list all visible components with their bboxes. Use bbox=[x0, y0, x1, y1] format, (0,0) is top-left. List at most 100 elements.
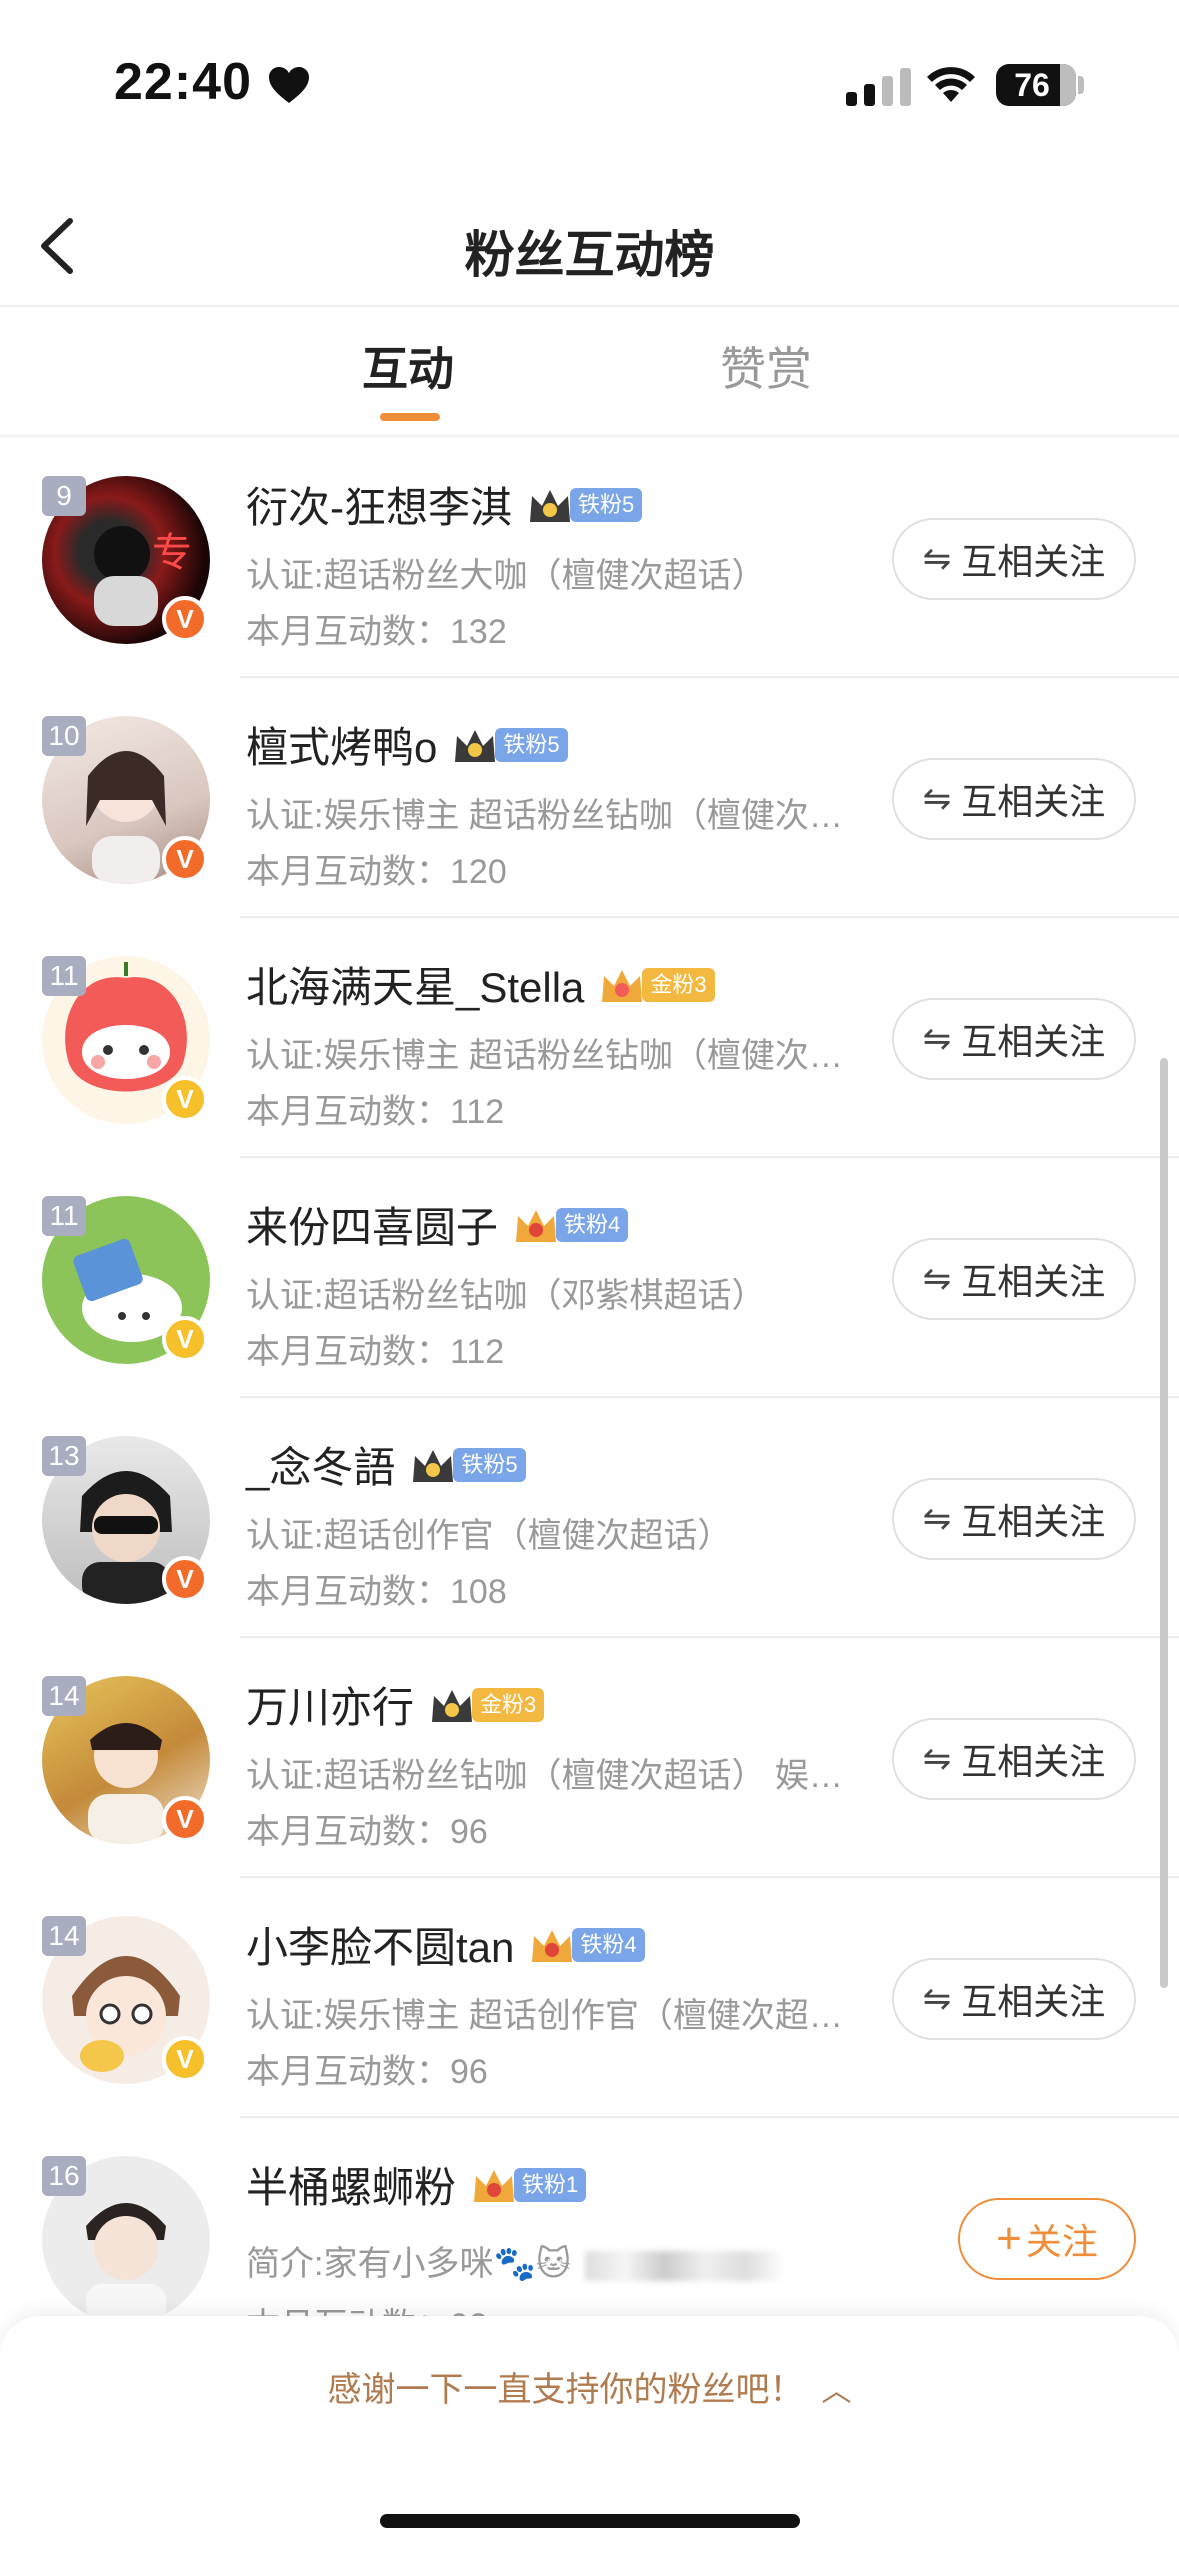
fan-level-badge: 铁粉5 bbox=[453, 1447, 526, 1482]
list-item[interactable]: 11 V 来份四喜圆子 铁粉4 认证:超话粉丝钻咖（邓紫棋超话） 本月互动数：1… bbox=[0, 1158, 1179, 1398]
status-time: 22:40 bbox=[114, 53, 252, 111]
interaction-count: 本月互动数：108 bbox=[246, 1573, 507, 1611]
button-label: 互相关注 bbox=[961, 1741, 1106, 1782]
list-item[interactable]: 10 V 檀式烤鸭o 铁粉5 认证:娱乐博主 超话粉丝钻咖（檀健次超话） 本月互… bbox=[0, 678, 1179, 918]
verified-icon: V bbox=[162, 1316, 208, 1362]
bio-text: 简介:家有小多咪🐾🐱 bbox=[246, 2245, 572, 2283]
certification-text: 认证:超话粉丝钻咖（邓紫棋超话） bbox=[246, 1277, 766, 1315]
fan-level-badge: 铁粉4 bbox=[572, 1927, 645, 1962]
fan-level-badge: 金粉3 bbox=[642, 967, 715, 1002]
crown-icon bbox=[413, 1449, 454, 1482]
scrollbar[interactable] bbox=[1160, 1058, 1168, 1988]
rank-badge: 14 bbox=[42, 1676, 86, 1716]
fan-level-badge: 铁粉5 bbox=[570, 487, 643, 522]
mutual-follow-button[interactable]: ⇋ 互相关注 bbox=[892, 1478, 1136, 1560]
svg-text:专: 专 bbox=[152, 530, 192, 576]
tab-bar: 互动 赞赏 bbox=[0, 309, 1179, 437]
user-name-row: 半桶螺蛳粉 铁粉1 bbox=[246, 2154, 587, 2215]
button-label: 互相关注 bbox=[961, 541, 1106, 582]
rank-badge: 9 bbox=[42, 476, 86, 516]
user-name[interactable]: 小李脸不圆tan bbox=[246, 1914, 514, 1975]
fan-level-badge: 铁粉1 bbox=[514, 2167, 587, 2202]
interaction-count: 本月互动数：112 bbox=[246, 1333, 505, 1371]
chevron-up-icon: ︿ bbox=[821, 2375, 852, 2408]
button-label: 互相关注 bbox=[961, 1261, 1106, 1302]
crown-icon bbox=[532, 1929, 573, 1962]
tab-reward[interactable]: 赞赏 bbox=[720, 333, 812, 399]
verified-icon: V bbox=[162, 596, 208, 642]
list-item[interactable]: 14 V 小李脸不圆tan 铁粉4 认证:娱乐博主 超话创作官（檀健次超话） 本… bbox=[0, 1878, 1179, 2118]
user-name-row: _念冬語 铁粉5 bbox=[246, 1434, 526, 1495]
certification-text: 认证:超话创作官（檀健次超话） bbox=[246, 1517, 732, 1555]
bio-text-row: 简介:家有小多咪🐾🐱 bbox=[246, 2236, 846, 2285]
verified-icon: V bbox=[162, 1796, 208, 1842]
thank-fans-text: 感谢一下一直支持你的粉丝吧！ bbox=[327, 2371, 804, 2409]
signal-icon bbox=[846, 66, 911, 106]
list-item[interactable]: 专 9 V 衍次-狂想李淇 铁粉5 认证:超话粉丝大咖（檀健次超话） 本月互动数… bbox=[0, 438, 1179, 678]
user-name[interactable]: 北海满天星_Stella bbox=[246, 954, 584, 1015]
interaction-count: 本月互动数：132 bbox=[246, 613, 507, 651]
user-name-row: 万川亦行 金粉3 bbox=[246, 1674, 545, 1735]
list-item[interactable]: 14 V 万川亦行 金粉3 认证:超话粉丝钻咖（檀健次超话） 娱乐博主 本月互动… bbox=[0, 1638, 1179, 1878]
plus-icon: + bbox=[996, 2214, 1022, 2263]
heart-icon bbox=[269, 67, 309, 103]
user-name[interactable]: 万川亦行 bbox=[246, 1674, 414, 1735]
fan-level-badge: 金粉3 bbox=[472, 1687, 545, 1722]
certification-text: 认证:娱乐博主 超话粉丝钻咖（檀健次超话） bbox=[246, 797, 846, 835]
user-name-row: 小李脸不圆tan 铁粉4 bbox=[246, 1914, 645, 1975]
follow-button[interactable]: + 关注 bbox=[958, 2198, 1136, 2280]
crown-icon bbox=[530, 489, 570, 522]
button-label: 互相关注 bbox=[961, 1981, 1106, 2022]
battery-icon: 76 bbox=[996, 64, 1076, 106]
user-name[interactable]: _念冬語 bbox=[246, 1434, 395, 1495]
status-bar: 22:40 76 bbox=[0, 0, 1179, 170]
crown-icon bbox=[455, 729, 496, 762]
tab-interaction[interactable]: 互动 bbox=[362, 333, 454, 399]
blurred-content bbox=[585, 2251, 786, 2282]
fan-level-badge: 铁粉5 bbox=[495, 727, 568, 762]
user-name[interactable]: 衍次-狂想李淇 bbox=[246, 474, 512, 535]
user-name[interactable]: 半桶螺蛳粉 bbox=[246, 2154, 456, 2215]
list-item[interactable]: 13 V _念冬語 铁粉5 认证:超话创作官（檀健次超话） 本月互动数：108 … bbox=[0, 1398, 1179, 1638]
rank-badge: 10 bbox=[42, 716, 86, 756]
verified-icon: V bbox=[162, 836, 208, 882]
battery-nub bbox=[1078, 76, 1084, 94]
interaction-count: 本月互动数：112 bbox=[246, 1093, 505, 1131]
button-label: 互相关注 bbox=[961, 1021, 1106, 1062]
thank-fans-panel[interactable]: 感谢一下一直支持你的粉丝吧！ ︿ bbox=[0, 2316, 1179, 2556]
rank-badge: 14 bbox=[42, 1916, 86, 1956]
user-name-row: 檀式烤鸭o 铁粉5 bbox=[246, 714, 568, 775]
mutual-follow-button[interactable]: ⇋ 互相关注 bbox=[892, 758, 1136, 840]
crown-icon bbox=[602, 969, 643, 1002]
certification-text: 认证:娱乐博主 超话创作官（檀健次超话） bbox=[246, 1997, 846, 2035]
mutual-arrows-icon: ⇋ bbox=[922, 1500, 952, 1538]
thank-fans-row[interactable]: 感谢一下一直支持你的粉丝吧！ ︿ bbox=[0, 2362, 1179, 2411]
user-name[interactable]: 来份四喜圆子 bbox=[246, 1194, 498, 1255]
interaction-count: 本月互动数：96 bbox=[246, 1813, 488, 1851]
certification-text: 认证:超话粉丝大咖（檀健次超话） bbox=[246, 557, 766, 595]
certification-text: 认证:娱乐博主 超话粉丝钻咖（檀健次超话） bbox=[246, 1037, 846, 1075]
user-name-row: 来份四喜圆子 铁粉4 bbox=[246, 1194, 629, 1255]
mutual-follow-button[interactable]: ⇋ 互相关注 bbox=[892, 1238, 1136, 1320]
list-item[interactable]: 11 V 北海满天星_Stella 金粉3 认证:娱乐博主 超话粉丝钻咖（檀健次… bbox=[0, 918, 1179, 1158]
button-label: 互相关注 bbox=[961, 781, 1106, 822]
user-name-row: 北海满天星_Stella 金粉3 bbox=[246, 954, 715, 1015]
mutual-arrows-icon: ⇋ bbox=[922, 1020, 952, 1058]
mutual-arrows-icon: ⇋ bbox=[922, 1980, 952, 2018]
button-label: 互相关注 bbox=[961, 1501, 1106, 1542]
mutual-follow-button[interactable]: ⇋ 互相关注 bbox=[892, 1718, 1136, 1800]
rank-badge: 16 bbox=[42, 2156, 86, 2196]
interaction-count: 本月互动数：120 bbox=[246, 853, 507, 891]
user-name-row: 衍次-狂想李淇 铁粉5 bbox=[246, 474, 643, 535]
crown-icon bbox=[432, 1689, 473, 1722]
page-title: 粉丝互动榜 bbox=[464, 227, 715, 283]
mutual-follow-button[interactable]: ⇋ 互相关注 bbox=[892, 1958, 1136, 2040]
rank-badge: 13 bbox=[42, 1436, 86, 1476]
mutual-follow-button[interactable]: ⇋ 互相关注 bbox=[892, 518, 1136, 600]
button-label: 关注 bbox=[1025, 2221, 1098, 2262]
battery-level: 76 bbox=[1014, 66, 1050, 103]
mutual-follow-button[interactable]: ⇋ 互相关注 bbox=[892, 998, 1136, 1080]
crown-icon bbox=[516, 1209, 557, 1242]
mutual-arrows-icon: ⇋ bbox=[922, 1740, 952, 1778]
user-name[interactable]: 檀式烤鸭o bbox=[246, 714, 437, 775]
